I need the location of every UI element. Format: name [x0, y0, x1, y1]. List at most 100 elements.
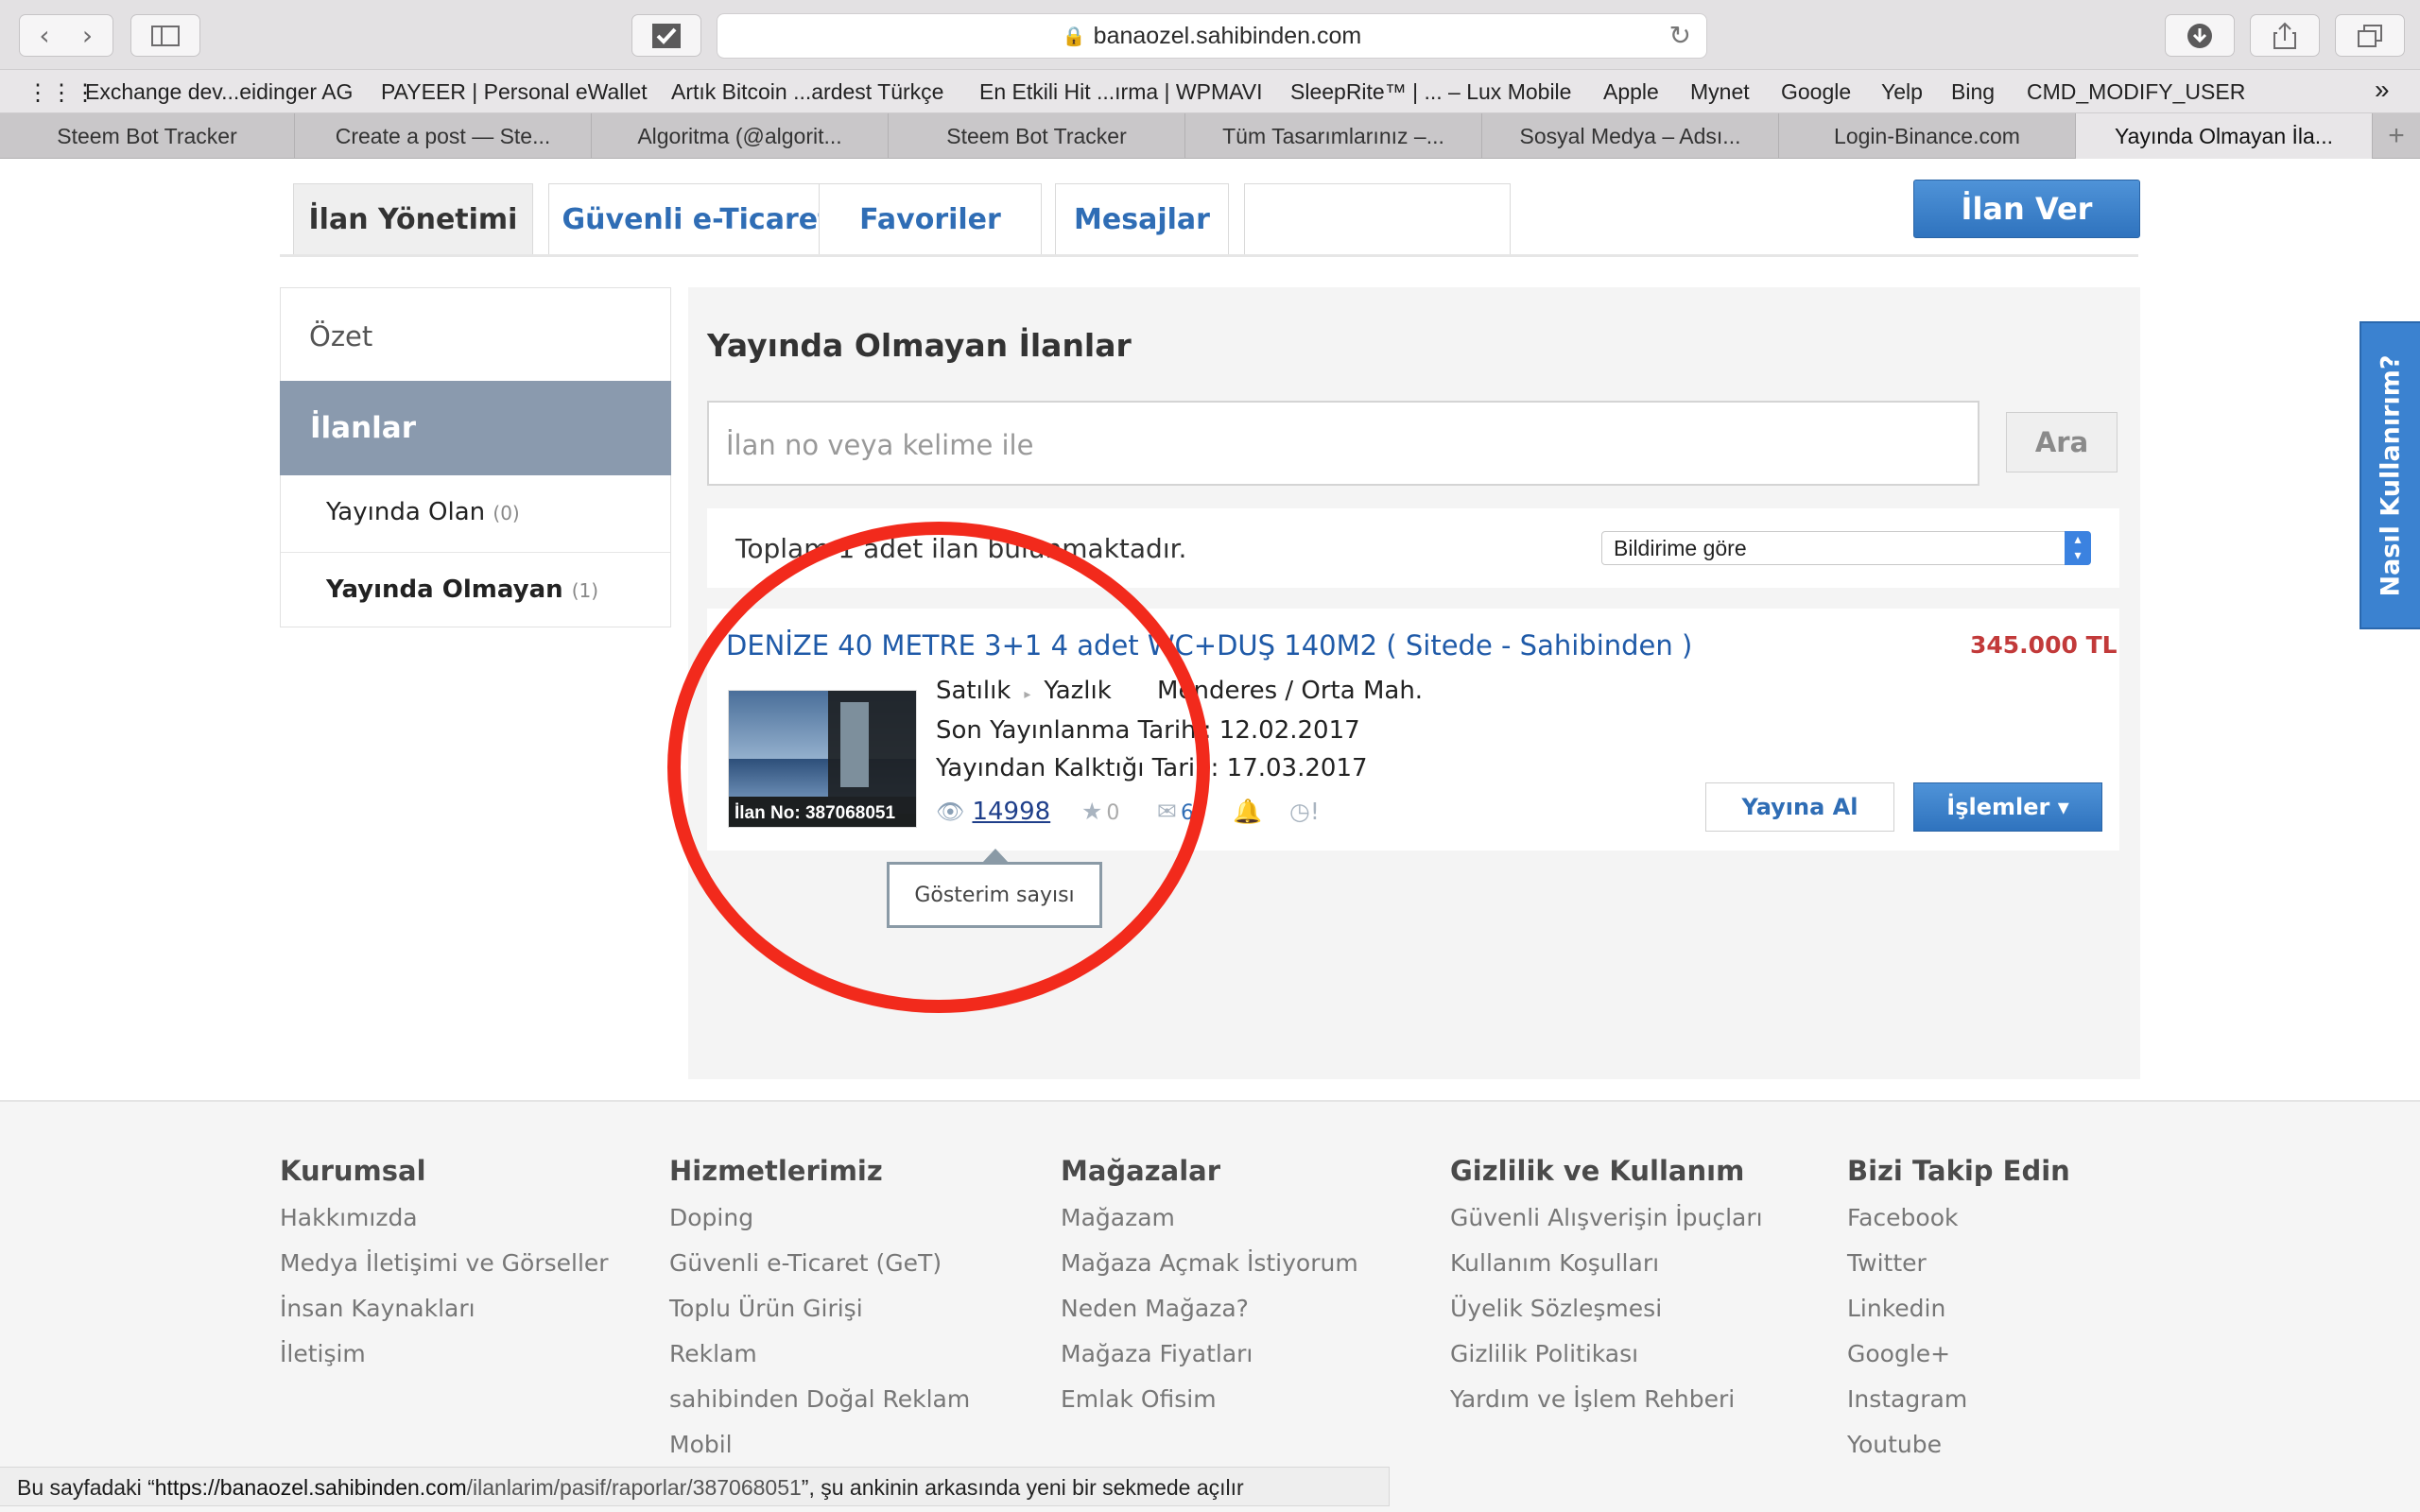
tab-guvenli-eticaret[interactable]: Güvenli e-Ticaret — [548, 183, 845, 255]
footer-link[interactable]: Doping — [669, 1204, 970, 1249]
reload-icon[interactable]: ↻ — [1669, 20, 1691, 51]
bookmark-item[interactable]: CMD_MODIFY_USER — [2027, 79, 2245, 105]
listing-price: 345.000 TL — [1970, 631, 2118, 659]
forward-button[interactable]: › — [62, 14, 113, 57]
clock-alert-icon[interactable]: ◷! — [1289, 798, 1320, 825]
help-side-tab[interactable]: Nasıl Kullanırım? — [2360, 321, 2420, 629]
bookmark-item[interactable]: Bing — [1951, 79, 1995, 105]
footer-link[interactable]: Mağaza Açmak İstiyorum — [1061, 1249, 1358, 1295]
footer-link[interactable]: Instagram — [1847, 1385, 2070, 1431]
footer-link[interactable]: Üyelik Sözleşmesi — [1450, 1295, 1763, 1340]
bookmark-item[interactable]: Exchange dev...eidinger AG — [85, 79, 353, 105]
sidebar: Özet İlanlar Yayında Olan (0) Yayında Ol… — [280, 287, 671, 627]
sidebar-toggle-button[interactable] — [130, 14, 200, 57]
reader-check-button[interactable] — [631, 14, 701, 57]
footer-link[interactable]: Google+ — [1847, 1340, 2070, 1385]
footer-link[interactable]: Toplu Ürün Girişi — [669, 1295, 970, 1340]
footer-link[interactable]: Güvenli e-Ticaret (GeT) — [669, 1249, 970, 1295]
browser-toolbar: ‹ › 🔒 banaozel.sahibinden.com ↻ — [0, 0, 2420, 70]
bookmark-item[interactable]: Mynet — [1690, 79, 1750, 105]
browser-tab[interactable]: Tüm Tasarımlarınız –... — [1185, 113, 1482, 159]
browser-tab[interactable]: Create a post — Ste... — [295, 113, 592, 159]
help-label: Nasıl Kullanırım? — [2376, 353, 2406, 597]
footer-column-hizmetlerimiz: Hizmetlerimiz Doping Güvenli e-Ticaret (… — [669, 1155, 970, 1476]
footer-link[interactable]: Emlak Ofisim — [1061, 1385, 1358, 1431]
bell-icon[interactable]: 🔔 — [1233, 798, 1262, 826]
sort-select-value: Bildirime göre — [1614, 536, 1747, 560]
footer-link[interactable]: Medya İletişimi ve Görseller — [280, 1249, 609, 1295]
footer-link[interactable]: Mağazam — [1061, 1204, 1358, 1249]
tab-empty[interactable] — [1244, 183, 1511, 255]
bookmark-item[interactable]: Artık Bitcoin ...ardest Türkçe — [671, 79, 943, 105]
footer-heading: Bizi Takip Edin — [1847, 1155, 2070, 1187]
chevron-double-right-icon[interactable]: » — [2375, 75, 2390, 105]
bookmark-item[interactable]: Apple — [1603, 79, 1659, 105]
sidebar-item-ilanlar[interactable]: İlanlar — [280, 381, 671, 475]
footer-link[interactable]: Güvenli Alışverişin İpuçları — [1450, 1204, 1763, 1249]
status-url-host: https://banaozel.sahibinden.com — [154, 1475, 467, 1500]
footer-column-gizlilik: Gizlilik ve Kullanım Güvenli Alışverişin… — [1450, 1155, 1763, 1431]
footer-link[interactable]: İletişim — [280, 1340, 609, 1385]
footer-link[interactable]: Reklam — [669, 1340, 970, 1385]
removed-value: 17.03.2017 — [1226, 754, 1368, 782]
sidebar-item-count: (0) — [493, 502, 520, 524]
tabs-overview-button[interactable] — [2335, 14, 2405, 57]
footer-link[interactable]: İnsan Kaynakları — [280, 1295, 609, 1340]
footer-link[interactable]: sahibinden Doğal Reklam — [669, 1385, 970, 1431]
status-url-path: /ilanlarim/pasif/raporlar/387068051 — [466, 1475, 802, 1500]
browser-tab[interactable]: Algoritma (@algorit... — [592, 113, 889, 159]
bookmark-item[interactable]: Google — [1781, 79, 1851, 105]
footer-link[interactable]: Neden Mağaza? — [1061, 1295, 1358, 1340]
tab-favoriler[interactable]: Favoriler — [819, 183, 1042, 255]
footer-link[interactable]: Linkedin — [1847, 1295, 2070, 1340]
download-icon — [2187, 23, 2212, 48]
downloads-button[interactable] — [2165, 14, 2235, 57]
bookmark-item[interactable]: SleepRite™ | ... – Lux Mobile — [1290, 79, 1571, 105]
address-bar[interactable]: 🔒 banaozel.sahibinden.com ↻ — [717, 13, 1707, 59]
published-value: 12.02.2017 — [1219, 716, 1360, 745]
footer-link[interactable]: Youtube — [1847, 1431, 2070, 1476]
footer-link[interactable]: Hakkımızda — [280, 1204, 609, 1249]
new-tab-plus-icon[interactable]: + — [2373, 113, 2420, 159]
search-button[interactable]: Ara — [2006, 412, 2118, 472]
sidebar-item-yayinda-olmayan[interactable]: Yayında Olmayan (1) — [281, 553, 670, 630]
sidebar-item-ozet[interactable]: Özet — [281, 288, 670, 381]
sidebar-icon — [151, 25, 180, 46]
status-prefix: Bu sayfadaki “ — [17, 1475, 155, 1500]
red-annotation-circle — [667, 522, 1210, 1013]
footer-link[interactable]: Gizlilik Politikası — [1450, 1340, 1763, 1385]
bookmark-item[interactable]: PAYEER | Personal eWallet — [381, 79, 648, 105]
sidebar-item-label: Yayında Olan — [326, 498, 486, 526]
footer-heading: Mağazalar — [1061, 1155, 1221, 1187]
browser-tab-active[interactable]: Yayında Olmayan İla... — [2076, 113, 2373, 159]
sort-select[interactable]: Bildirime göre ▴ ▾ — [1601, 531, 2091, 565]
browser-tab[interactable]: Steem Bot Tracker — [889, 113, 1185, 159]
browser-tab[interactable]: Sosyal Medya – Adsı... — [1482, 113, 1779, 159]
address-text: banaozel.sahibinden.com — [1093, 22, 1362, 49]
chevron-right-icon: › — [81, 20, 94, 51]
footer-link[interactable]: Facebook — [1847, 1204, 2070, 1249]
ilan-ver-button[interactable]: İlan Ver — [1913, 180, 2140, 238]
tabs-icon — [2358, 24, 2382, 47]
select-arrows-icon: ▴ ▾ — [2065, 531, 2091, 565]
footer-link[interactable]: Kullanım Koşulları — [1450, 1249, 1763, 1295]
tab-mesajlar[interactable]: Mesajlar — [1055, 183, 1229, 255]
browser-tab[interactable]: Login-Binance.com — [1779, 113, 2076, 159]
browser-tab[interactable]: Steem Bot Tracker — [0, 113, 295, 159]
sidebar-item-yayinda-olan[interactable]: Yayında Olan (0) — [281, 475, 670, 553]
publish-button[interactable]: Yayına Al — [1705, 782, 1894, 832]
footer-heading: Gizlilik ve Kullanım — [1450, 1155, 1745, 1187]
tab-ilan-yonetimi[interactable]: İlan Yönetimi — [293, 183, 533, 255]
bookmark-item[interactable]: En Etkili Hit ...ırma | WPMAVI — [979, 79, 1262, 105]
footer-column-magazalar: Mağazalar Mağazam Mağaza Açmak İstiyorum… — [1061, 1155, 1358, 1431]
footer-link[interactable]: Yardım ve İşlem Rehberi — [1450, 1385, 1763, 1431]
footer-link[interactable]: Twitter — [1847, 1249, 2070, 1295]
bookmark-item[interactable]: Yelp — [1881, 79, 1923, 105]
footer-link[interactable]: Mağaza Fiyatları — [1061, 1340, 1358, 1385]
footer-column-kurumsal: Kurumsal Hakkımızda Medya İletişimi ve G… — [280, 1155, 609, 1385]
status-suffix: ”, şu ankinin arkasında yeni bir sekmede… — [801, 1475, 1244, 1500]
actions-dropdown-button[interactable]: İşlemler ▾ — [1913, 782, 2102, 832]
sidebar-item-label: Yayında Olmayan — [326, 576, 563, 604]
share-button[interactable] — [2250, 14, 2320, 57]
search-input[interactable]: İlan no veya kelime ile — [707, 401, 1979, 486]
